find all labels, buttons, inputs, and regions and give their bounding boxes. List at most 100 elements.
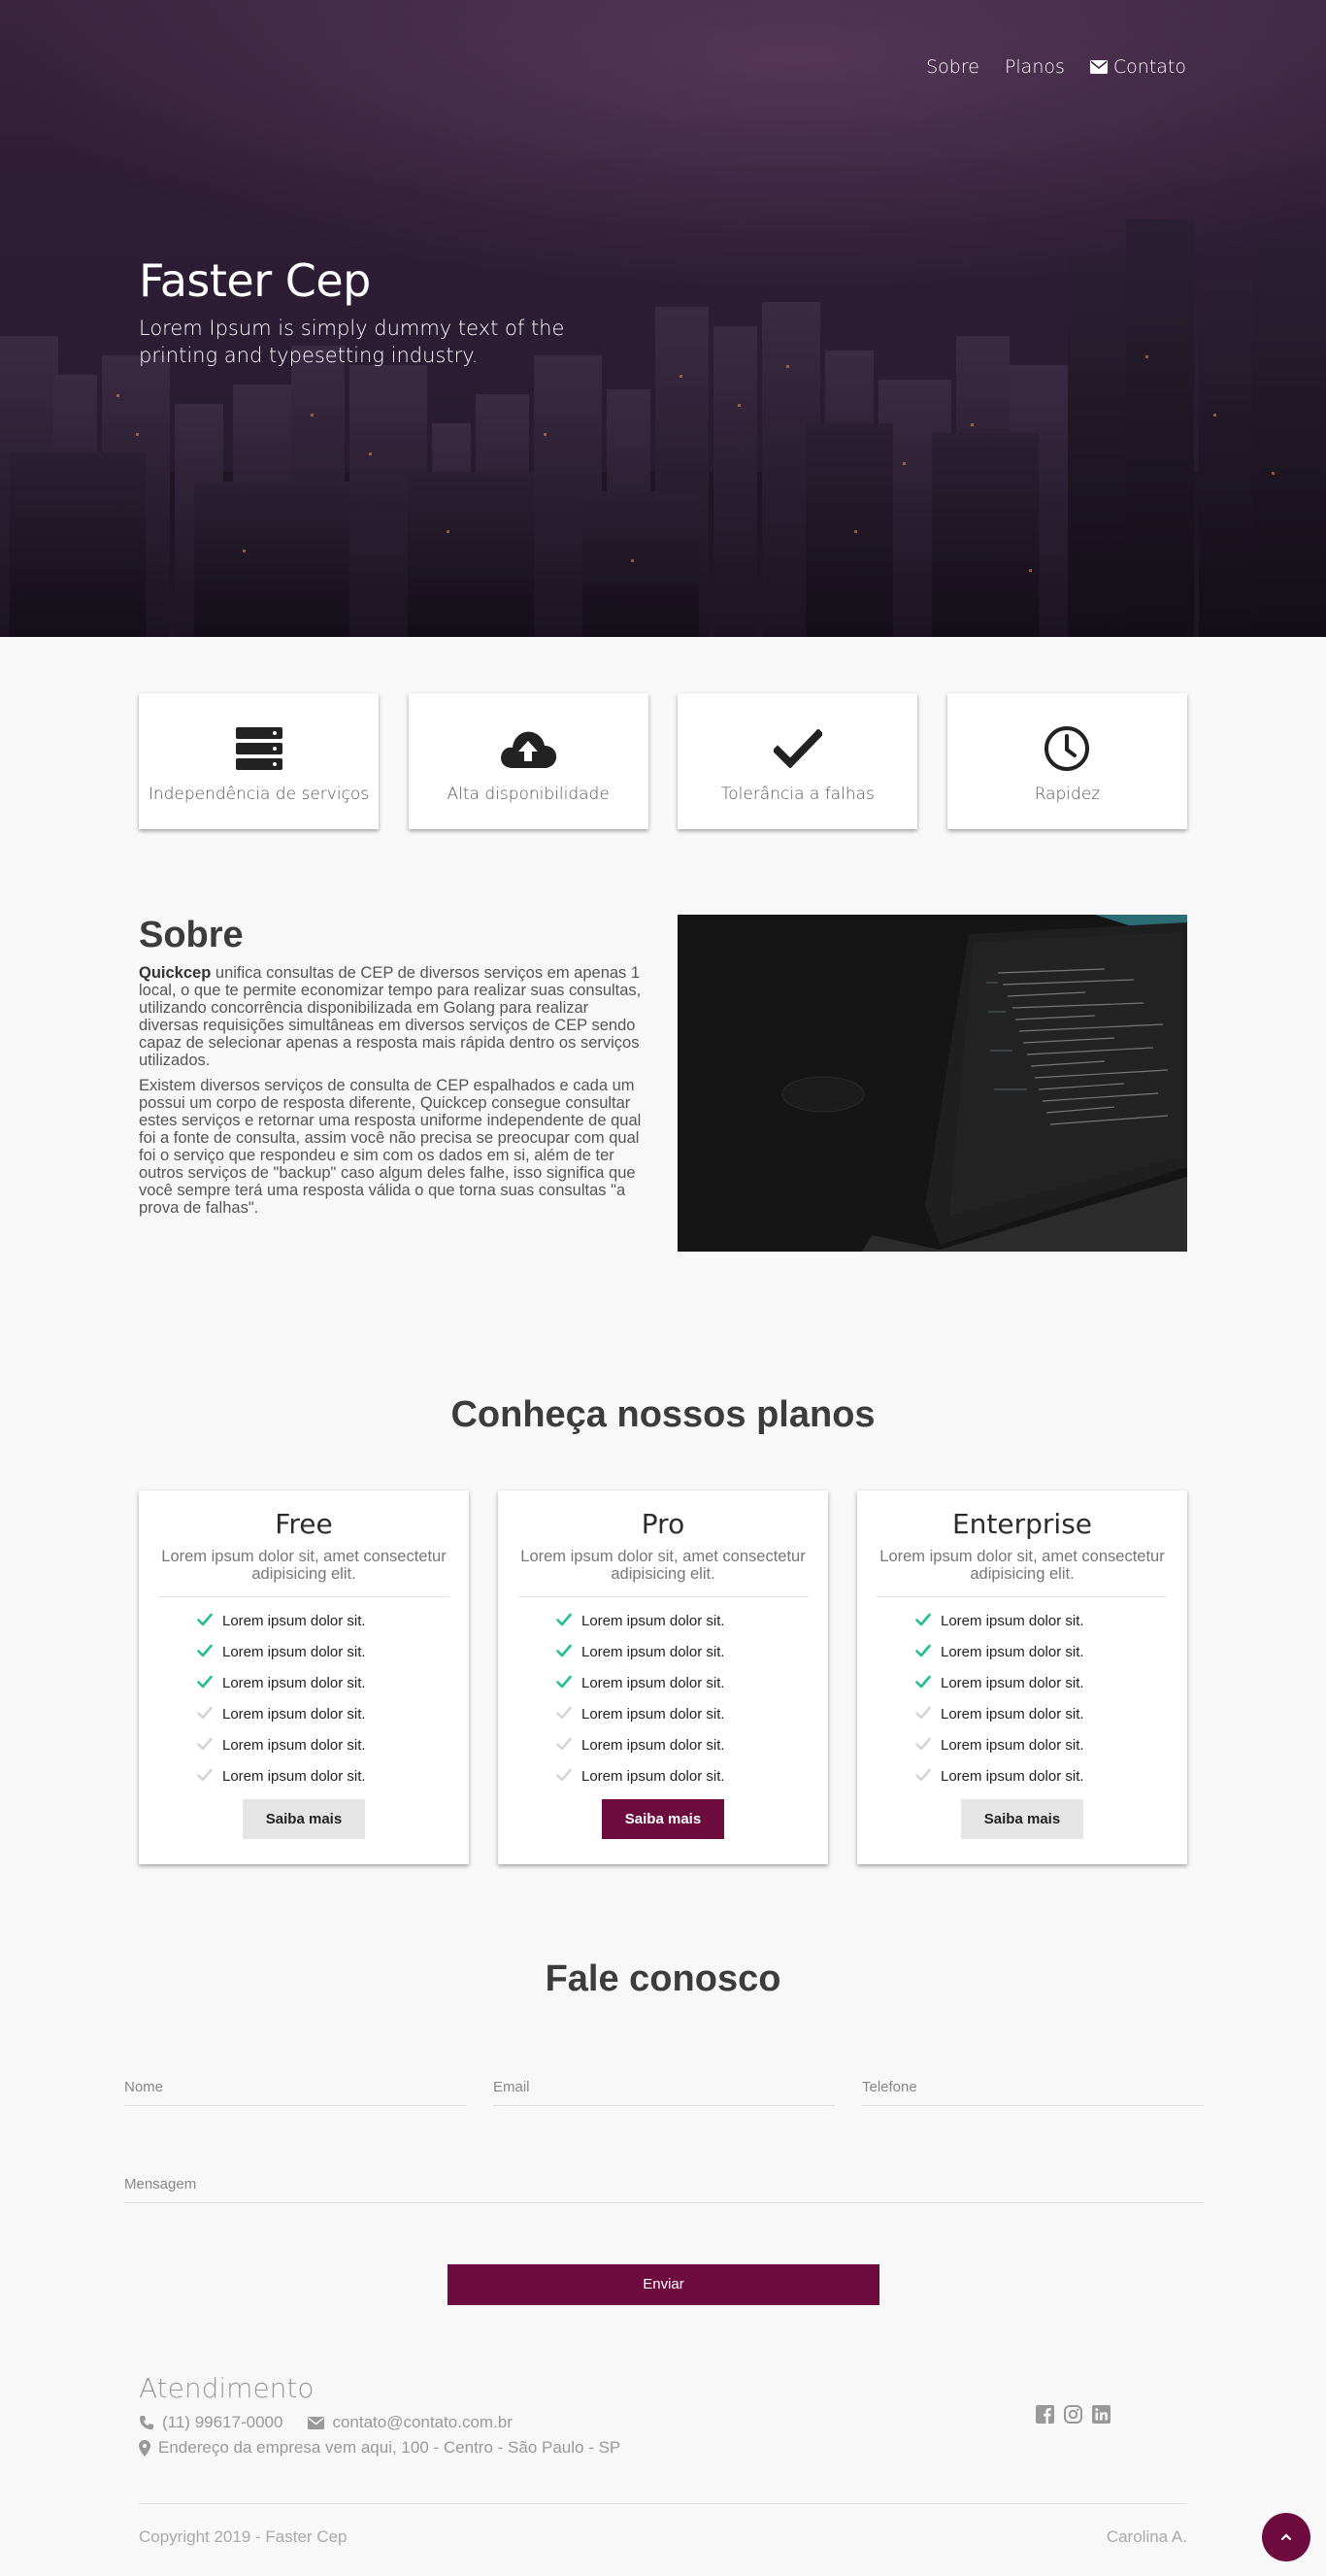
plan-feature: Lorem ipsum dolor sit.	[197, 1636, 469, 1667]
plan-feature-text: Lorem ipsum dolor sit.	[581, 1767, 725, 1785]
laptop-illustration	[678, 915, 1187, 1252]
plan-feature: Lorem ipsum dolor sit.	[556, 1729, 828, 1760]
nav-link-contato[interactable]: Contato	[1089, 56, 1186, 78]
nav-link-label: Planos	[1004, 56, 1065, 78]
plan-card-free: Free Lorem ipsum dolor sit, amet consect…	[139, 1490, 469, 1864]
footer-email[interactable]: contato@contato.com.br	[332, 2413, 512, 2432]
plan-feature: Lorem ipsum dolor sit.	[197, 1605, 469, 1636]
plan-card-enterprise: Enterprise Lorem ipsum dolor sit, amet c…	[857, 1490, 1187, 1864]
plan-feature: Lorem ipsum dolor sit.	[915, 1729, 1187, 1760]
about-title: Sobre	[139, 915, 244, 955]
plan-feature: Lorem ipsum dolor sit.	[197, 1760, 469, 1791]
plan-feature-text: Lorem ipsum dolor sit.	[222, 1767, 366, 1785]
plan-card-pro: Pro Lorem ipsum dolor sit, amet consecte…	[498, 1490, 828, 1864]
plan-feature-list: Lorem ipsum dolor sit. Lorem ipsum dolor…	[498, 1605, 828, 1791]
check-inactive-icon	[197, 1706, 213, 1722]
hero-section: Sobre Planos Contato Faster Cep Lorem Ip…	[0, 0, 1326, 637]
check-active-icon	[197, 1613, 213, 1628]
plan-feature: Lorem ipsum dolor sit.	[915, 1636, 1187, 1667]
main-nav: Sobre Planos Contato	[926, 56, 1186, 78]
check-active-icon	[915, 1644, 931, 1659]
footer-contact-line: (11) 99617-0000 contato@contato.com.br	[139, 2413, 513, 2432]
feature-label: Tolerância a falhas	[720, 785, 875, 804]
plan-feature-text: Lorem ipsum dolor sit.	[941, 1643, 1084, 1660]
message-field[interactable]: Mensagem	[124, 2168, 1204, 2203]
copyright-text: Copyright 2019 - Faster Cep	[139, 2527, 348, 2546]
feature-card: Tolerância a falhas	[678, 693, 918, 829]
saiba-mais-button[interactable]: Saiba mais	[602, 1799, 724, 1839]
laptop-code-image	[678, 915, 1187, 1252]
plan-feature-text: Lorem ipsum dolor sit.	[222, 1705, 366, 1723]
feature-label: Rapidez	[1034, 785, 1101, 804]
email-placeholder: Email	[493, 2079, 530, 2095]
plan-feature: Lorem ipsum dolor sit.	[197, 1667, 469, 1698]
server-icon	[235, 727, 282, 770]
about-section: Sobre Quickcep unifica consultas de CEP …	[139, 915, 649, 1224]
hero-title: Faster Cep	[139, 254, 371, 307]
about-brand: Quickcep	[139, 964, 212, 982]
plan-feature: Lorem ipsum dolor sit.	[915, 1698, 1187, 1729]
plan-feature: Lorem ipsum dolor sit.	[915, 1605, 1187, 1636]
map-marker-icon	[139, 2439, 150, 2457]
plans-row: Free Lorem ipsum dolor sit, amet consect…	[139, 1490, 1187, 1864]
feature-card: Alta disponibilidade	[408, 693, 648, 829]
name-placeholder: Nome	[124, 2079, 164, 2095]
linkedin-icon[interactable]	[1092, 2405, 1111, 2424]
email-field[interactable]: Email	[493, 2071, 835, 2106]
plan-feature: Lorem ipsum dolor sit.	[197, 1698, 469, 1729]
message-placeholder: Mensagem	[124, 2176, 197, 2192]
features-row: Independência de serviços Alta disponibi…	[139, 693, 1187, 829]
plan-description: Lorem ipsum dolor sit, amet consectetur …	[877, 1548, 1168, 1597]
facebook-icon[interactable]	[1036, 2405, 1054, 2424]
city-skyline-image	[0, 219, 1326, 637]
nav-link-sobre[interactable]: Sobre	[926, 56, 979, 78]
about-paragraph-2: Existem diversos serviços de consulta de…	[139, 1077, 642, 1217]
feature-card: Rapidez	[946, 693, 1187, 829]
plan-feature-text: Lorem ipsum dolor sit.	[222, 1674, 366, 1691]
send-button[interactable]: Enviar	[448, 2264, 879, 2305]
check-inactive-icon	[915, 1706, 931, 1722]
footer-title: Atendimento	[139, 2372, 315, 2404]
plan-feature: Lorem ipsum dolor sit.	[556, 1605, 828, 1636]
check-active-icon	[197, 1675, 213, 1690]
check-active-icon	[197, 1644, 213, 1659]
feature-label: Independência de serviços	[148, 785, 370, 804]
plan-name: Free	[275, 1508, 333, 1540]
about-paragraph-1-text: unifica consultas de CEP de diversos ser…	[139, 964, 642, 1069]
plan-feature: Lorem ipsum dolor sit.	[556, 1636, 828, 1667]
plan-feature-text: Lorem ipsum dolor sit.	[222, 1736, 366, 1754]
nav-link-label: Contato	[1112, 56, 1186, 78]
plan-feature-text: Lorem ipsum dolor sit.	[222, 1643, 366, 1660]
plan-feature: Lorem ipsum dolor sit.	[915, 1760, 1187, 1791]
footer-phone: (11) 99617-0000	[162, 2413, 283, 2431]
check-active-icon	[915, 1613, 931, 1628]
author-text: Carolina A.	[1106, 2527, 1187, 2546]
contact-title: Fale conosco	[545, 1958, 781, 1999]
plan-feature: Lorem ipsum dolor sit.	[197, 1729, 469, 1760]
clock-icon	[1044, 726, 1090, 771]
cloud-upload-icon	[501, 731, 557, 768]
plan-name: Pro	[641, 1508, 685, 1540]
instagram-icon[interactable]	[1064, 2405, 1082, 2424]
plan-feature-text: Lorem ipsum dolor sit.	[941, 1705, 1084, 1723]
name-field[interactable]: Nome	[124, 2071, 466, 2106]
phone-icon	[140, 2416, 153, 2429]
plan-feature: Lorem ipsum dolor sit.	[556, 1760, 828, 1791]
saiba-mais-button[interactable]: Saiba mais	[961, 1799, 1083, 1839]
nav-link-label: Sobre	[926, 56, 979, 78]
hero-subtitle: Lorem Ipsum is simply dummy text of the …	[139, 317, 565, 367]
feature-label: Alta disponibilidade	[447, 785, 610, 804]
saiba-mais-button[interactable]: Saiba mais	[243, 1799, 365, 1839]
plan-feature-text: Lorem ipsum dolor sit.	[222, 1612, 366, 1629]
check-active-icon	[556, 1644, 572, 1659]
plan-feature-text: Lorem ipsum dolor sit.	[941, 1736, 1084, 1754]
plan-feature-text: Lorem ipsum dolor sit.	[581, 1612, 725, 1629]
plan-feature-list: Lorem ipsum dolor sit. Lorem ipsum dolor…	[857, 1605, 1187, 1791]
phone-field[interactable]: Telefone	[862, 2071, 1204, 2106]
envelope-icon	[1089, 60, 1108, 74]
back-to-top-button[interactable]	[1262, 2513, 1310, 2561]
plan-feature-text: Lorem ipsum dolor sit.	[581, 1736, 725, 1754]
plan-feature-text: Lorem ipsum dolor sit.	[941, 1674, 1084, 1691]
plan-description: Lorem ipsum dolor sit, amet consectetur …	[158, 1548, 449, 1597]
nav-link-planos[interactable]: Planos	[1005, 56, 1065, 78]
